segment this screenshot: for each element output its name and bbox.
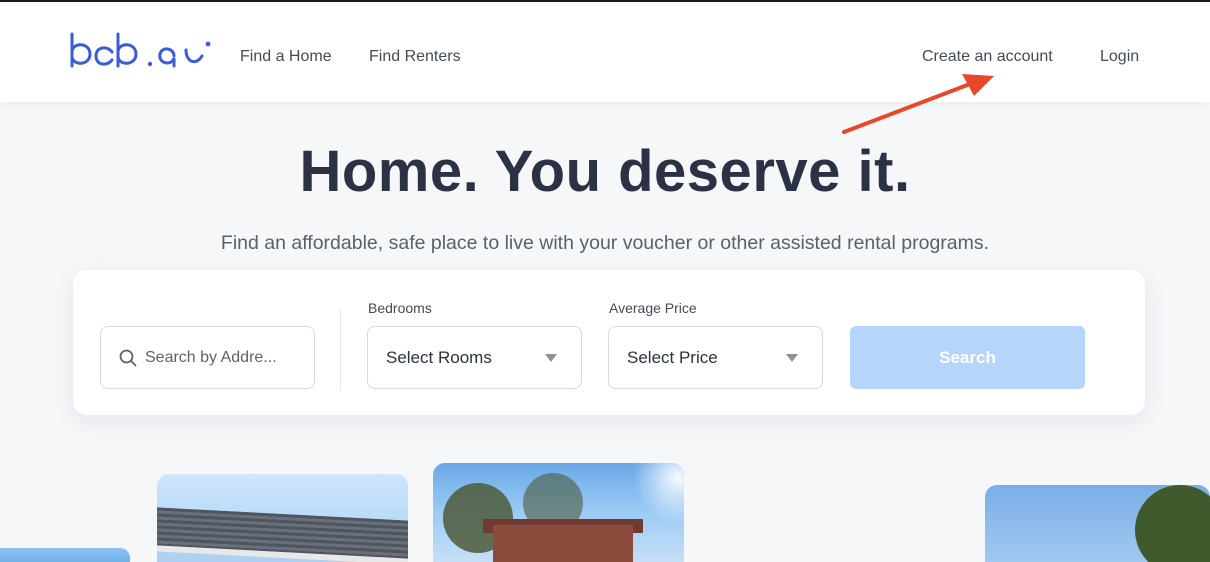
hero-title: Home. You deserve it. [299,139,911,204]
bedrooms-selected-value: Select Rooms [386,347,492,367]
logo[interactable] [68,32,218,72]
divider [340,310,341,390]
nav-find-renters[interactable]: Find Renters [369,48,461,66]
bedrooms-label: Bedrooms [368,300,432,316]
nav-create-account[interactable]: Create an account [922,48,1053,66]
bedrooms-select[interactable]: Select Rooms [367,326,582,389]
chevron-down-icon [545,353,557,362]
sun-glow-graphic [633,463,684,523]
price-select[interactable]: Select Price [608,326,823,389]
hero-subtitle: Find an affordable, safe place to live w… [220,232,990,254]
average-price-label: Average Price [609,300,697,316]
price-selected-value: Select Price [627,347,718,367]
navbar: Find a Home Find Renters Create an accou… [0,2,1210,102]
search-panel: Bedrooms Select Rooms Average Price Sele… [73,270,1145,415]
search-input[interactable] [145,348,295,367]
listing-photo[interactable] [157,474,408,562]
nav-find-a-home[interactable]: Find a Home [240,48,332,66]
listing-photo[interactable] [985,485,1210,562]
listing-photo[interactable] [433,463,684,562]
chevron-down-icon [786,353,798,362]
search-field[interactable] [100,326,315,389]
nav-login[interactable]: Login [1100,48,1139,66]
tree-graphic [1135,485,1210,562]
house-graphic [493,525,633,562]
listing-photo-partial[interactable] [0,548,130,562]
search-icon [119,349,137,366]
search-button[interactable]: Search [850,326,1085,389]
